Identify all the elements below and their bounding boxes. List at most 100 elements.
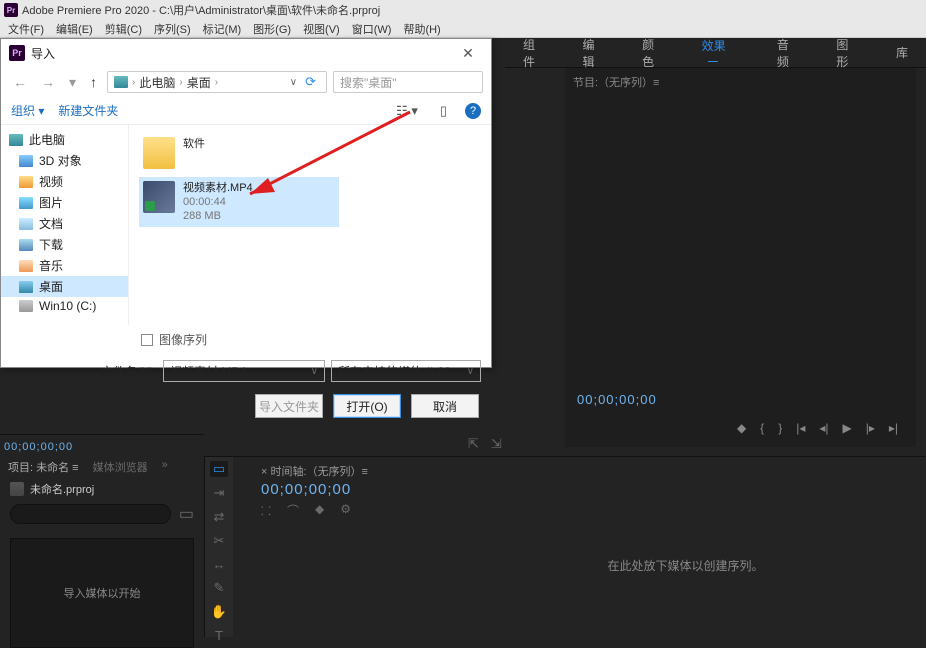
ripple-tool-icon[interactable]: ⇄ <box>210 509 228 525</box>
mark-in-icon[interactable]: { <box>760 421 764 435</box>
lift-icon[interactable]: ⇱ <box>468 436 479 452</box>
mark-out-icon[interactable]: } <box>778 421 782 435</box>
project-file-name: 未命名.prproj <box>30 481 94 497</box>
timeline-drop-hint: 在此处放下媒体以创建序列。 <box>465 557 906 574</box>
filetype-select[interactable]: 所有支持的媒体 (*.264;*.3G2;*.∨ <box>331 360 481 382</box>
add-marker-icon[interactable]: ◆ <box>737 421 746 435</box>
tree-documents[interactable]: 文档 <box>1 213 128 234</box>
open-button[interactable]: 打开(O) <box>333 394 401 418</box>
selection-tool-icon[interactable]: ▭ <box>210 461 228 477</box>
tab-color[interactable]: 颜色 <box>624 36 684 70</box>
step-fwd-icon[interactable]: |▸ <box>866 421 875 435</box>
razor-tool-icon[interactable]: ✂ <box>210 533 228 549</box>
image-sequence-checkbox[interactable] <box>141 334 153 346</box>
tab-audio[interactable]: 音频 <box>759 36 819 70</box>
track-select-tool-icon[interactable]: ⇥ <box>210 485 228 501</box>
new-folder-button[interactable]: 新建文件夹 <box>58 102 118 119</box>
menu-view[interactable]: 视图(V) <box>297 21 346 37</box>
file-list[interactable]: 软件 视频素材.MP4 00:00:44 288 MB <box>129 125 491 325</box>
project-search-input[interactable] <box>10 504 171 524</box>
cancel-button[interactable]: 取消 <box>411 394 479 418</box>
project-panel-tab[interactable]: 项目: 未命名 ≡ <box>8 459 79 475</box>
view-mode-icon[interactable]: ☷ ▾ <box>392 103 422 119</box>
menu-edit[interactable]: 编辑(E) <box>50 21 99 37</box>
nav-forward-icon: → <box>37 74 59 90</box>
filename-input[interactable]: 视频素材.MP4∨ <box>163 360 325 382</box>
settings-icon[interactable]: ⚙ <box>340 502 351 519</box>
project-drop-hint: 导入媒体以开始 <box>64 585 141 601</box>
tree-pictures[interactable]: 图片 <box>1 192 128 213</box>
tab-library[interactable]: 库 <box>878 44 926 61</box>
tree-drive-c[interactable]: Win10 (C:) <box>1 297 128 315</box>
go-to-out-icon[interactable]: ▸| <box>889 421 898 435</box>
snap-icon[interactable]: ⸬ <box>261 502 271 519</box>
hand-tool-icon[interactable]: ✋ <box>210 604 228 620</box>
file-item-folder[interactable]: 软件 <box>139 133 339 173</box>
breadcrumb-root[interactable]: 此电脑 <box>139 74 175 91</box>
chevron-down-icon[interactable]: ∨ <box>311 366 318 377</box>
nav-recent-icon[interactable]: ▾ <box>65 74 80 91</box>
address-bar[interactable]: › 此电脑 › 桌面 › ∨ ⟳ <box>107 71 327 93</box>
nav-up-icon[interactable]: ↑ <box>86 74 101 90</box>
downloads-icon <box>19 239 33 251</box>
import-folder-button[interactable]: 导入文件夹 <box>255 394 323 418</box>
videos-icon <box>19 176 33 188</box>
breadcrumb-leaf[interactable]: 桌面 <box>187 74 211 91</box>
program-monitor-header: 节目:（无序列）≡ <box>565 68 916 92</box>
refresh-icon[interactable]: ⟳ <box>301 74 320 90</box>
tab-effects[interactable]: 效果 <box>684 37 759 68</box>
chevron-right-icon: › <box>179 77 182 88</box>
tree-desktop[interactable]: 桌面 <box>1 276 128 297</box>
tree-this-pc[interactable]: 此电脑 <box>1 129 128 150</box>
type-tool-icon[interactable]: T <box>210 628 228 643</box>
timeline-panel: ▭ ⇥ ⇄ ✂ ↔ ✎ ✋ T × 时间轴:（无序列）≡ 00;00;00;00… <box>204 456 926 637</box>
video-thumbnail-icon <box>143 181 175 213</box>
play-icon[interactable]: ▶ <box>842 421 851 435</box>
folder-tree: 此电脑 3D 对象 视频 图片 文档 下载 音乐 桌面 Win10 (C:) <box>1 125 129 325</box>
program-transport-controls: ◆ { } |◂ ◂| ▶ |▸ ▸| <box>565 417 916 439</box>
tab-assembly[interactable]: 组件 <box>505 36 565 70</box>
go-to-in-icon[interactable]: |◂ <box>796 421 805 435</box>
tree-downloads[interactable]: 下载 <box>1 234 128 255</box>
file-size: 288 MB <box>183 209 253 223</box>
music-icon <box>19 260 33 272</box>
window-title: Adobe Premiere Pro 2020 - C:\用户\Administ… <box>22 2 380 18</box>
tree-3d-objects[interactable]: 3D 对象 <box>1 150 128 171</box>
menu-help[interactable]: 帮助(H) <box>397 21 446 37</box>
file-duration: 00:00:44 <box>183 195 253 209</box>
tab-editing[interactable]: 编辑 <box>565 36 625 70</box>
timeline-header: × 时间轴:（无序列）≡ <box>233 457 926 481</box>
menu-marker[interactable]: 标记(M) <box>197 21 248 37</box>
panel-overflow-icon[interactable]: » <box>162 459 168 475</box>
project-panel: 项目: 未命名 ≡ 媒体浏览器 » 未命名.prproj ▭ 导入媒体以开始 <box>0 456 204 637</box>
organize-button[interactable]: 组织 ▾ <box>11 102 44 119</box>
chevron-down-icon[interactable]: ∨ <box>467 366 474 377</box>
step-back-icon[interactable]: ◂| <box>819 421 828 435</box>
dialog-close-icon[interactable]: ✕ <box>453 45 483 62</box>
menu-clip[interactable]: 剪辑(C) <box>99 21 148 37</box>
menu-file[interactable]: 文件(F) <box>2 21 50 37</box>
address-dropdown-icon[interactable]: ∨ <box>290 77 297 88</box>
help-icon[interactable]: ? <box>465 103 481 119</box>
menu-sequence[interactable]: 序列(S) <box>148 21 197 37</box>
folder-icon <box>143 137 175 169</box>
pen-tool-icon[interactable]: ✎ <box>210 580 228 596</box>
menu-window[interactable]: 窗口(W) <box>346 21 398 37</box>
tree-videos[interactable]: 视频 <box>1 171 128 192</box>
linked-selection-icon[interactable]: ⌒ <box>287 502 299 519</box>
project-file-icon <box>10 482 24 496</box>
file-item-video[interactable]: 视频素材.MP4 00:00:44 288 MB <box>139 177 339 227</box>
slip-tool-icon[interactable]: ↔ <box>210 557 228 572</box>
tab-graphics[interactable]: 图形 <box>818 36 878 70</box>
marker-icon[interactable]: ◆ <box>315 502 324 519</box>
preview-pane-icon[interactable]: ▯ <box>436 103 451 119</box>
nav-back-icon[interactable]: ← <box>9 74 31 90</box>
project-file-row[interactable]: 未命名.prproj <box>0 478 204 500</box>
extract-icon[interactable]: ⇲ <box>491 436 502 452</box>
media-browser-tab[interactable]: 媒体浏览器 <box>93 459 148 475</box>
project-bin-icon[interactable]: ▭ <box>179 504 194 524</box>
project-drop-zone[interactable]: 导入媒体以开始 <box>10 538 194 648</box>
tree-music[interactable]: 音乐 <box>1 255 128 276</box>
menu-graphics[interactable]: 图形(G) <box>247 21 297 37</box>
dialog-search-input[interactable]: 搜索"桌面" <box>333 71 483 93</box>
